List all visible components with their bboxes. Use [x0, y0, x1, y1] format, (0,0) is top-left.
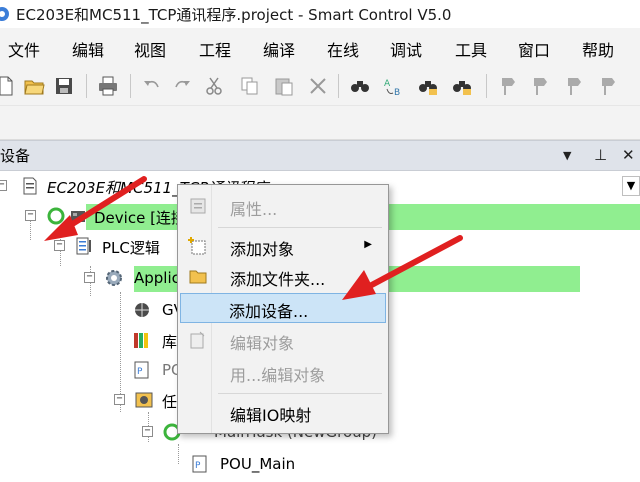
menu-item-label: 编辑对象 [230, 334, 295, 353]
menu-debug[interactable]: 调试 [390, 37, 422, 61]
svg-text:P: P [195, 461, 201, 471]
task-config-icon [135, 392, 153, 408]
menu-item-label: 添加文件夹... [230, 270, 326, 289]
menu-item-label: 添加设备... [229, 302, 309, 321]
bookmark-next-icon[interactable] [528, 74, 552, 98]
annotation-arrow-right [342, 235, 463, 300]
bookmark-prev-icon[interactable] [562, 74, 586, 98]
toolbar-separator [130, 74, 131, 98]
delete-icon[interactable] [306, 74, 330, 98]
window-title: EC203E和MC511_TCP通讯程序.project - Smart Con… [16, 5, 452, 24]
task-config-label: 任 [162, 393, 178, 411]
copy-icon[interactable] [238, 74, 262, 98]
svg-text:A: A [384, 79, 391, 89]
menu-item-properties[interactable]: 属性... [180, 191, 386, 221]
collapse-toggle[interactable]: − [0, 180, 7, 191]
tree-scroll-down-button[interactable]: ▼ [622, 176, 640, 196]
toolbar-separator [486, 74, 487, 98]
pin-icon[interactable]: ⊥ [594, 146, 607, 164]
pou-icon: P [134, 361, 149, 379]
menu-help[interactable]: 帮助 [582, 37, 614, 61]
menu-view[interactable]: 视图 [134, 37, 166, 61]
new-file-icon[interactable] [0, 74, 18, 98]
menu-project[interactable]: 工程 [199, 37, 231, 61]
library-icon [134, 333, 148, 348]
context-menu: 属性... 添加对象 ▶ 添加文件夹... 添加设备... 编辑对象 用...编… [177, 184, 389, 434]
menu-online[interactable]: 在线 [327, 37, 359, 61]
menu-edit[interactable]: 编辑 [72, 37, 104, 61]
menu-separator [218, 393, 382, 394]
panel-menu-icon[interactable]: ▼ [563, 149, 571, 162]
svg-text:B: B [394, 88, 400, 97]
edit-object-icon [190, 331, 205, 349]
application-gear-icon [106, 270, 122, 286]
pou-main-label: POU_Main [220, 455, 296, 473]
menu-item-edit-object-with[interactable]: 用...编辑对象 [180, 357, 386, 387]
svg-text:P: P [137, 367, 143, 377]
menu-item-label: 添加对象 [230, 240, 295, 259]
close-icon[interactable]: ✕ [622, 146, 635, 164]
collapse-toggle[interactable]: − [84, 272, 95, 283]
devices-panel-header: 设备 ▼ ⊥ ✕ [0, 140, 640, 171]
paste-icon[interactable] [272, 74, 296, 98]
properties-icon [190, 198, 206, 214]
find-next-icon[interactable] [416, 74, 440, 98]
menu-build[interactable]: 编译 [263, 37, 295, 61]
folder-icon [189, 270, 207, 284]
find-icon[interactable] [348, 74, 372, 98]
title-bar: EC203E和MC511_TCP通讯程序.project - Smart Con… [0, 0, 640, 28]
bookmark-clear-icon[interactable] [596, 74, 620, 98]
menu-item-edit-io-mapping[interactable]: 编辑IO映射 [180, 397, 386, 427]
menu-file[interactable]: 文件 [8, 37, 40, 61]
redo-icon[interactable] [170, 74, 194, 98]
menu-separator [218, 227, 382, 228]
bookmark-icon[interactable] [496, 74, 520, 98]
toolbar-separator [338, 74, 339, 98]
pou-main-icon: P [192, 455, 207, 473]
menu-window[interactable]: 窗口 [518, 37, 550, 61]
library-label: 库 [162, 333, 178, 351]
open-folder-icon[interactable] [22, 74, 46, 98]
print-icon[interactable] [96, 74, 120, 98]
replace-icon[interactable]: AB [382, 74, 406, 98]
panel-title: 设备 [0, 147, 31, 165]
toolbar-secondary [0, 106, 640, 140]
collapse-toggle[interactable]: − [142, 426, 153, 437]
undo-icon[interactable] [140, 74, 164, 98]
cut-icon[interactable] [202, 74, 226, 98]
menu-item-label: 编辑IO映射 [230, 406, 312, 425]
app-icon [0, 7, 9, 21]
collapse-toggle[interactable]: − [114, 394, 125, 405]
add-object-icon [188, 237, 206, 255]
toolbar-separator [86, 74, 87, 98]
tree-row-pou-main[interactable]: P POU_Main [0, 450, 640, 480]
annotation-arrow-left [44, 176, 147, 241]
menu-bar: 文件 编辑 视图 工程 编译 在线 调试 工具 窗口 帮助 [0, 28, 640, 66]
menu-item-label: 用...编辑对象 [230, 366, 326, 385]
project-icon [23, 177, 37, 195]
menu-item-label: 属性... [230, 200, 278, 219]
gvl-icon [135, 303, 149, 317]
toolbar: AB [0, 66, 640, 106]
save-icon[interactable] [52, 74, 76, 98]
collapse-toggle[interactable]: − [25, 210, 36, 221]
find-prev-icon[interactable] [450, 74, 474, 98]
menu-tools[interactable]: 工具 [455, 37, 487, 61]
menu-item-edit-object[interactable]: 编辑对象 [180, 325, 386, 355]
